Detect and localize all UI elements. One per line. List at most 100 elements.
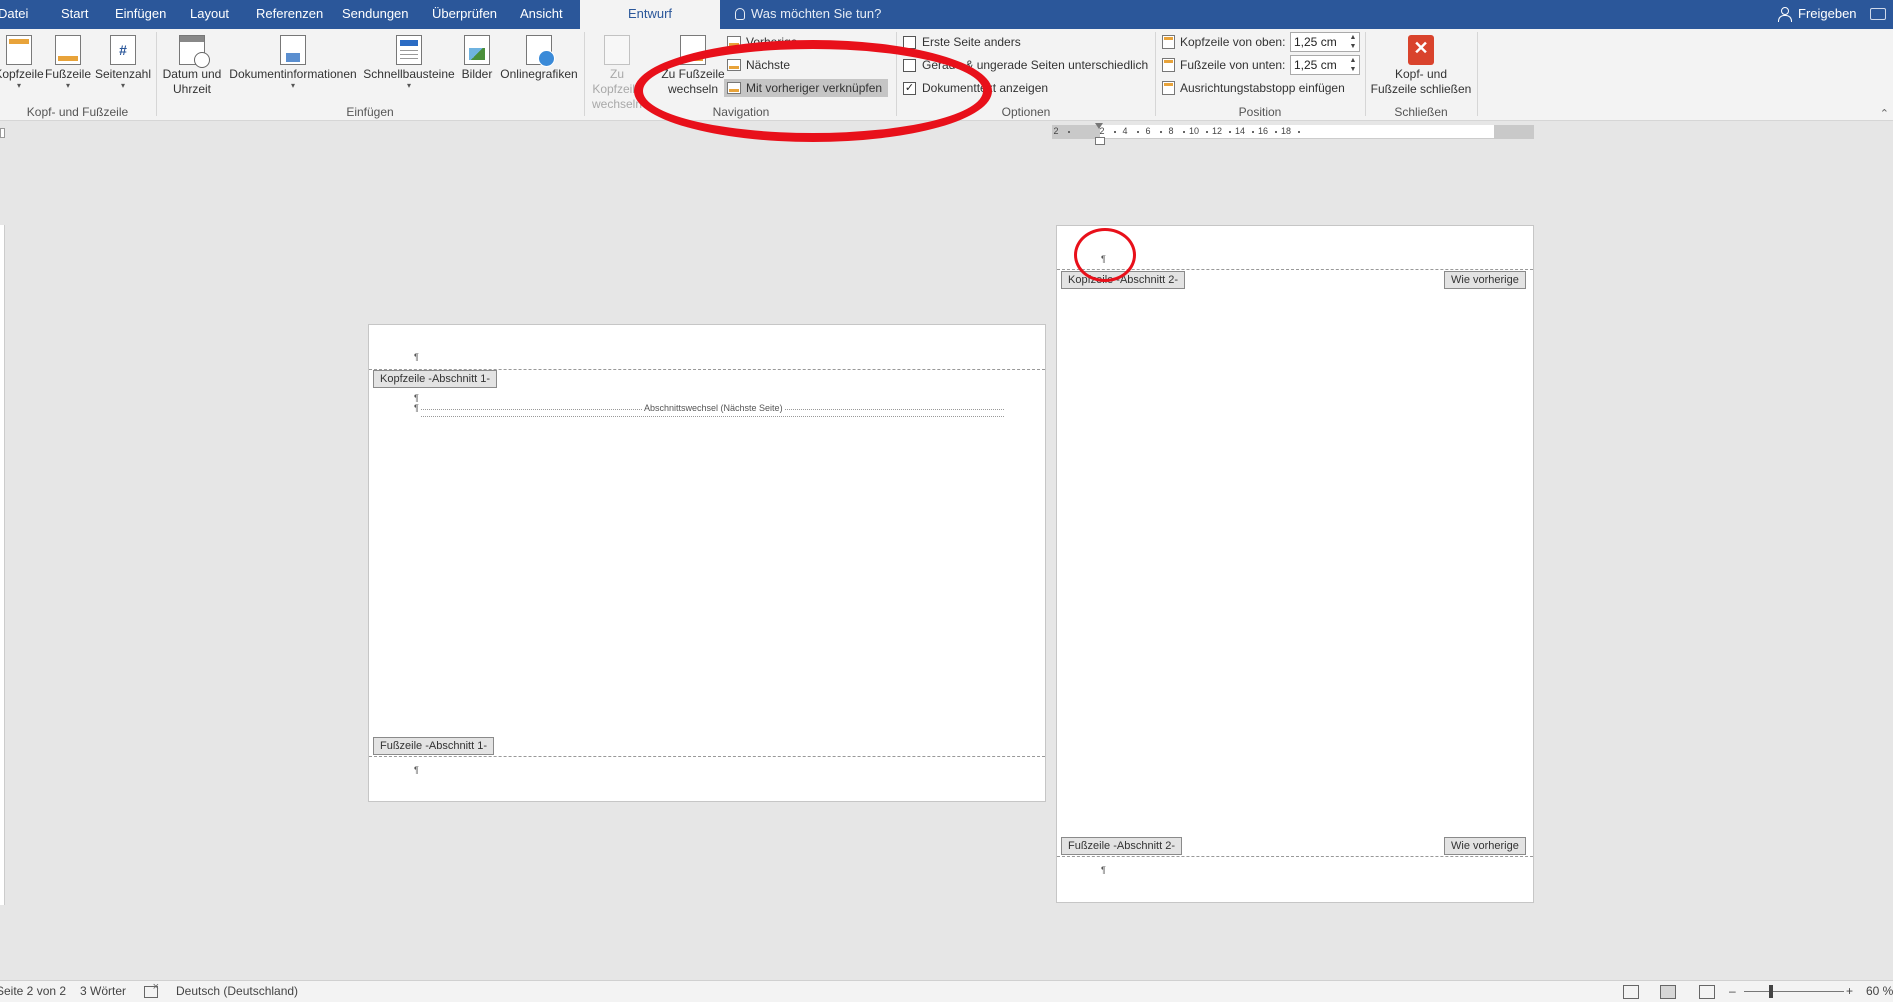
tab-ansicht[interactable]: Ansicht [520,0,563,29]
footer-boundary [369,756,1045,757]
tab-ueberpruefen[interactable]: Überprüfen [432,0,497,29]
same-as-previous-tag: Wie vorherige [1444,271,1526,289]
ruler-tick [1251,131,1254,133]
kopfzeile-von-oben-label: Kopfzeile von oben: [1160,32,1285,52]
indent-marker-icon[interactable] [1095,123,1105,145]
pilcrow-mark: ¶ [414,393,419,403]
datum-uhrzeit-button[interactable]: Datum und Uhrzeit [160,31,224,97]
group-label-kopf-fuss: Kopf- und Fußzeile [26,105,129,119]
tab-sendungen[interactable]: Sendungen [342,0,409,29]
kopfzeile-von-oben-spinner[interactable]: 1,25 cm ▲ ▼ [1290,32,1360,52]
checkbox-checked: ✓ [903,82,916,95]
next-icon [727,59,741,71]
tab-entwurf[interactable]: Entwurf [580,0,720,29]
ruler-label: 12 [1211,126,1223,136]
proofing-icon[interactable] [144,981,159,998]
zu-fusszeile-label-2: wechseln [667,82,719,96]
tab-selector[interactable] [0,128,5,138]
tell-me-search[interactable]: Was möchten Sie tun? [735,0,881,29]
gerade-ungerade-label: Gerade & ungerade Seiten unterschiedlich [922,58,1149,72]
zu-kopfzeile-button[interactable]: Zu Kopfzeile wechseln [588,31,646,112]
read-mode-icon[interactable] [1623,985,1639,999]
naechste-button[interactable]: Nächste [724,56,796,74]
ruler-label: 4 [1122,126,1128,136]
spinner-arrows-icon[interactable]: ▲ ▼ [1349,33,1357,51]
naechste-label: Nächste [746,58,791,72]
footer-bottom-icon [1162,58,1175,72]
group-divider [1155,32,1156,116]
bilder-button[interactable]: Bilder [458,31,496,82]
print-layout-icon[interactable] [1660,985,1676,999]
kopfzeile-button[interactable]: Kopfzeile ▾ [0,31,44,90]
menu-bar: Datei Start Einfügen Layout Referenzen S… [0,0,1893,29]
share-label: Freigeben [1798,6,1857,21]
tab-layout[interactable]: Layout [190,0,229,29]
page-counter[interactable]: Seite 2 von 2 [0,981,66,1002]
group-label-navigation: Navigation [712,105,770,119]
page-1[interactable]: ¶ Kopfzeile -Abschnitt 1- ¶ ¶ Abschnitts… [368,324,1046,802]
ruler-tick [1205,131,1208,133]
section-break-label: Abschnittswechsel (Nächste Seite) [642,403,785,413]
chevron-down-icon: ▾ [406,81,411,90]
word-count[interactable]: 3 Wörter [80,981,126,1002]
dokumenttext-anzeigen-checkbox[interactable]: ✓ Dokumenttext anzeigen [903,79,1048,97]
group-label-optionen: Optionen [1001,105,1051,119]
dokumenttext-label: Dokumenttext anzeigen [922,81,1049,95]
zu-fusszeile-button[interactable]: Zu Fußzeile wechseln [660,31,726,97]
group-divider [584,32,585,116]
schnellbausteine-button[interactable]: Schnellbausteine ▾ [362,31,456,90]
horizontal-ruler[interactable]: 2 2 4 6 8 10 12 14 16 18 [1052,125,1534,139]
ribbon: Kopfzeile ▾ Fußzeile ▾ # Seitenzahl ▾ Ko… [0,29,1893,121]
bilder-label: Bilder [461,67,493,81]
vorherige-button[interactable]: Vorherige [724,33,803,51]
tab-datei[interactable]: Datei [0,0,28,29]
fusszeile-button[interactable]: Fußzeile ▾ [45,31,91,90]
tab-referenzen[interactable]: Referenzen [256,0,323,29]
mit-vorheriger-verknuepfen-button[interactable]: Mit vorheriger verknüpfen [724,79,889,97]
erste-seite-label: Erste Seite anders [922,35,1021,49]
seitenzahl-label: Seitenzahl [94,67,152,81]
zoom-in-button[interactable]: + [1846,981,1853,1002]
ruler-label: 6 [1145,126,1151,136]
zoom-out-button[interactable]: – [1729,981,1736,1002]
zoom-slider[interactable] [1744,991,1844,992]
vertical-ruler[interactable] [0,225,5,905]
zoom-level[interactable]: 60 % [1866,981,1893,1002]
fuss-von-unten-text: Fußzeile von unten: [1180,58,1286,72]
header-top-icon [1162,35,1175,49]
dokumentinformationen-button[interactable]: Dokumentinformationen ▾ [226,31,360,90]
language-indicator[interactable]: Deutsch (Deutschland) [176,981,298,1002]
ausrichtungstabstopp-button[interactable]: Ausrichtungstabstopp einfügen [1160,78,1345,98]
ruler-tick [1113,131,1116,133]
pilcrow-mark: ¶ [1101,254,1106,264]
onlinegrafiken-button[interactable]: Onlinegrafiken [498,31,580,82]
gerade-ungerade-checkbox[interactable]: Gerade & ungerade Seiten unterschiedlich [903,56,1148,74]
tell-me-label: Was möchten Sie tun? [751,6,882,21]
seitenzahl-button[interactable]: # Seitenzahl ▾ [93,31,153,90]
web-layout-icon[interactable] [1699,985,1715,999]
collapse-ribbon-icon[interactable]: ⌃ [1880,107,1889,120]
share-button[interactable]: Freigeben [1778,0,1857,29]
chevron-down-icon: ▾ [16,81,21,90]
header-section-tag: Kopfzeile -Abschnitt 2- [1061,271,1186,289]
chevron-down-icon: ▾ [290,81,295,90]
header-boundary [1057,269,1533,270]
spinner-arrows-icon[interactable]: ▲ ▼ [1349,56,1357,74]
page-2[interactable]: ¶ Kopfzeile -Abschnitt 2- Wie vorherige … [1056,225,1534,903]
fusszeile-von-unten-spinner[interactable]: 1,25 cm ▲ ▼ [1290,55,1360,75]
tab-einfuegen[interactable]: Einfügen [115,0,166,29]
kopf-fusszeile-schliessen-button[interactable]: ✕ Kopf- und Fußzeile schließen [1366,31,1476,97]
tab-start[interactable]: Start [61,0,88,29]
ruler-tick [1182,131,1185,133]
fusszeile-von-unten-label: Fußzeile von unten: [1160,55,1285,75]
comment-icon[interactable] [1870,8,1886,20]
zu-kopfzeile-label-1: Zu Kopfzeile [592,67,642,96]
ruler-label: 18 [1280,126,1292,136]
status-bar: Seite 2 von 2 3 Wörter Deutsch (Deutschl… [0,980,1893,1002]
online-pictures-icon [526,35,555,67]
erste-seite-anders-checkbox[interactable]: Erste Seite anders [903,33,1021,51]
zoom-slider-thumb[interactable] [1769,985,1773,998]
close-icon: ✕ [1408,35,1434,65]
chevron-down-icon: ▾ [65,81,70,90]
tab-stop-label: Ausrichtungstabstopp einfügen [1180,81,1345,95]
